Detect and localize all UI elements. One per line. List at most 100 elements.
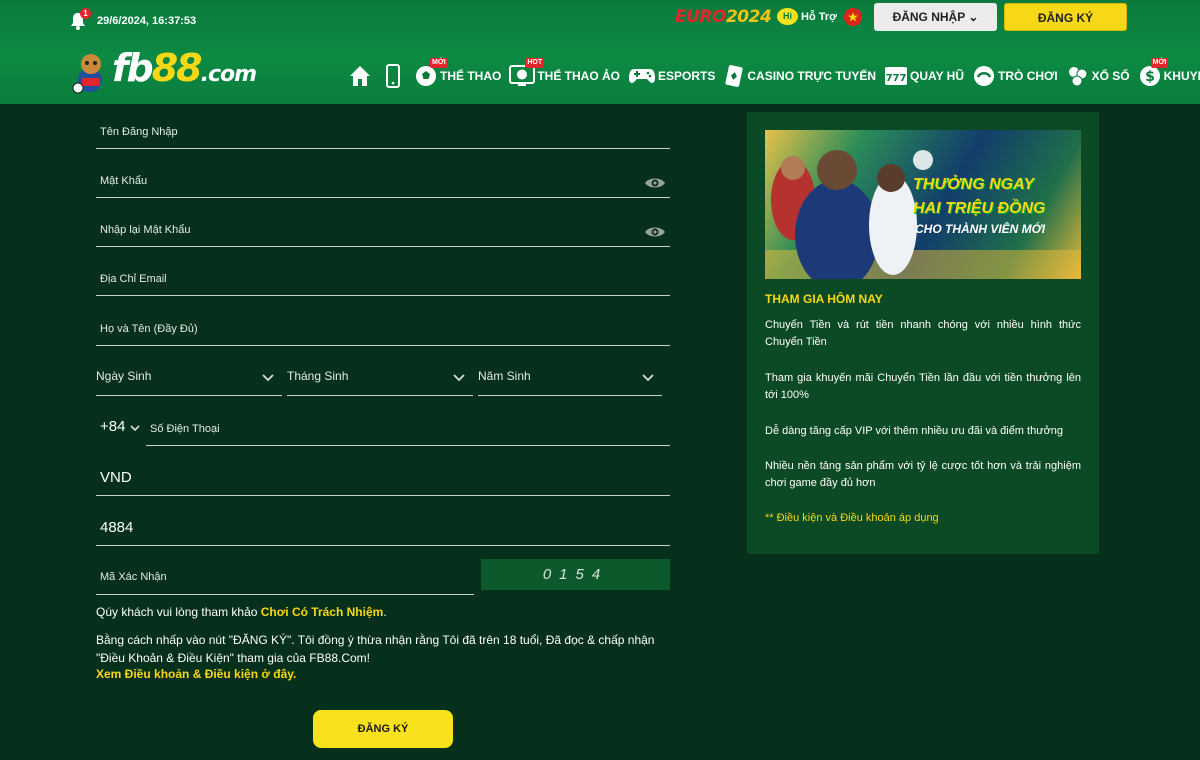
- birth-day-placeholder: Ngày Sinh: [96, 369, 152, 383]
- nav-slots[interactable]: 777 QUAY HŨ: [884, 65, 964, 87]
- birth-month-select[interactable]: Tháng Sinh: [287, 352, 473, 396]
- nav-virtual-sports[interactable]: HOT THỂ THAO ẢO: [509, 58, 621, 88]
- terms-link[interactable]: Xem Điều khoản & Điều kiện ở đây.: [96, 667, 296, 681]
- slot-777-icon: 777: [885, 67, 907, 85]
- nav-casino-label: CASINO TRỰC TUYẾN: [747, 69, 876, 83]
- email-placeholder: Địa Chỉ Email: [100, 273, 167, 285]
- currency-field[interactable]: VND: [96, 448, 670, 496]
- nav-lottery[interactable]: XỔ SỐ: [1066, 64, 1130, 88]
- banner-subline: CHO THÀNH VIÊN MỚI: [915, 222, 1046, 236]
- logo-fb: fb: [112, 46, 154, 90]
- nav-games[interactable]: TRÒ CHƠI: [972, 64, 1058, 88]
- chevron-down-icon: [262, 374, 274, 382]
- nav-lottery-label: XỔ SỐ: [1091, 69, 1130, 83]
- cards-icon: [725, 65, 743, 87]
- email-field[interactable]: Địa Chỉ Email: [96, 248, 670, 296]
- banner-headline-1: THƯỞNG NGAY: [913, 176, 1035, 193]
- current-datetime: 29/6/2024, 16:37:53: [97, 15, 197, 27]
- nav-casino[interactable]: CASINO TRỰC TUYẾN: [723, 64, 876, 88]
- svg-text:$: $: [1145, 69, 1155, 85]
- register-submit-button[interactable]: ĐĂNG KÝ: [313, 710, 453, 748]
- mascot-icon: [72, 53, 102, 93]
- promo-panel: THƯỞNG NGAY HAI TRIỆU ĐỒNG CHO THÀNH VIÊ…: [747, 112, 1099, 554]
- benefit-item: Tham gia khuyến mãi Chuyển Tiền lần đầu …: [765, 372, 1081, 401]
- nav-games-label: TRÒ CHƠI: [998, 69, 1058, 83]
- euro-2024-logo[interactable]: EURO2024: [675, 7, 772, 27]
- nav-sports[interactable]: MỚI THỂ THAO: [414, 58, 502, 88]
- nav-sports-label: THỂ THAO: [440, 69, 502, 83]
- euro-text: EURO: [675, 7, 726, 27]
- code-value: 4884: [100, 519, 134, 536]
- nav-mobile[interactable]: [386, 64, 400, 88]
- fullname-field[interactable]: Họ và Tên (Đầy Đủ): [96, 298, 670, 346]
- promo-title: THAM GIA HÔM NAY: [765, 292, 883, 306]
- country-code-value: +84: [100, 418, 126, 435]
- main-nav: MỚI THỂ THAO HOT THỂ THAO ẢO ESPORTS CAS…: [348, 58, 1200, 92]
- chevron-down-icon: [642, 374, 654, 382]
- new-tag: MỚI: [1150, 58, 1169, 68]
- support-chat-icon: Hi: [777, 8, 798, 25]
- logo-wordmark: fb88.com: [112, 46, 257, 97]
- promo-terms-note[interactable]: ** Điều kiện và Điều khoản áp dụng: [765, 512, 939, 524]
- support-label: Hỗ Trợ: [801, 10, 837, 23]
- eye-icon[interactable]: [644, 225, 666, 239]
- terms-agreement-text: Bằng cách nhấp vào nút "ĐĂNG KÝ". Tôi đồ…: [96, 633, 655, 665]
- site-logo[interactable]: fb88.com: [70, 46, 257, 97]
- fullname-placeholder: Họ và Tên (Đầy Đủ): [100, 323, 198, 335]
- captcha-image[interactable]: 0154: [481, 559, 670, 590]
- euro-year: 2024: [725, 7, 772, 27]
- svg-text:777: 777: [886, 73, 907, 84]
- code-field[interactable]: 4884: [96, 498, 670, 546]
- login-button[interactable]: ĐĂNG NHẬP ⌄: [874, 3, 997, 31]
- phone-field[interactable]: Số Điện Thoại: [146, 402, 670, 446]
- new-tag: MỚI: [430, 58, 448, 68]
- phone-icon: [386, 64, 400, 88]
- vietnam-flag-icon[interactable]: [844, 8, 862, 26]
- chevron-down-icon: [453, 374, 465, 382]
- site-header: 1 29/6/2024, 16:37:53 EURO2024 Hi Hỗ Trợ…: [0, 0, 1200, 104]
- responsible-gaming-link[interactable]: Chơi Có Trách Nhiệm: [261, 605, 384, 619]
- birth-year-select[interactable]: Năm Sinh: [478, 352, 662, 396]
- note1-text: Qúy khách vui lòng tham khảo: [96, 605, 261, 619]
- password-field[interactable]: Mật Khẩu: [96, 150, 670, 198]
- nav-home[interactable]: [348, 64, 372, 88]
- register-top-button[interactable]: ĐĂNG KÝ: [1004, 3, 1127, 31]
- chevron-down-icon: [130, 425, 140, 432]
- phone-placeholder: Số Điện Thoại: [150, 423, 220, 435]
- gamepad-icon: [629, 69, 656, 83]
- nav-virtual-sports-label: THỂ THAO ẢO: [537, 69, 621, 83]
- confirm-password-placeholder: Nhập lại Mật Khẩu: [100, 224, 191, 236]
- nav-promotions-label: KHUYẾN MÃI: [1163, 69, 1200, 83]
- benefit-item: Chuyển Tiền và rút tiền nhanh chóng với …: [765, 319, 1081, 348]
- nav-slots-label: QUAY HŨ: [910, 69, 965, 83]
- lottery-icon: [1068, 67, 1088, 87]
- username-field[interactable]: Tên Đăng Nhập: [96, 101, 670, 149]
- nav-esports[interactable]: ESPORTS: [628, 66, 715, 86]
- username-placeholder: Tên Đăng Nhập: [100, 126, 178, 138]
- banner-headline-2: HAI TRIỆU ĐỒNG: [913, 200, 1046, 217]
- currency-value: VND: [100, 469, 132, 486]
- captcha-placeholder: Mã Xác Nhận: [100, 571, 167, 583]
- nav-promotions[interactable]: $ MỚI KHUYẾN MÃI: [1138, 58, 1200, 88]
- birth-month-placeholder: Tháng Sinh: [287, 369, 349, 383]
- password-placeholder: Mật Khẩu: [100, 175, 148, 187]
- chevron-down-icon: ⌄: [968, 10, 979, 24]
- note1-end: .: [383, 605, 387, 619]
- eye-icon[interactable]: [644, 176, 666, 190]
- confirm-password-field[interactable]: Nhập lại Mật Khẩu: [96, 199, 670, 247]
- country-code-select[interactable]: +84: [96, 402, 142, 446]
- notification-badge: 1: [80, 8, 91, 19]
- birth-day-select[interactable]: Ngày Sinh: [96, 352, 282, 396]
- hot-tag: HOT: [525, 58, 545, 68]
- promo-banner[interactable]: THƯỞNG NGAY HAI TRIỆU ĐỒNG CHO THÀNH VIÊ…: [765, 130, 1081, 279]
- captcha-field[interactable]: Mã Xác Nhận: [96, 547, 474, 595]
- support-link[interactable]: Hi Hỗ Trợ: [777, 8, 837, 25]
- benefit-item: Dễ dàng tăng cấp VIP với thêm nhiều ưu đ…: [765, 425, 1064, 437]
- home-icon: [350, 66, 370, 86]
- nav-esports-label: ESPORTS: [658, 69, 716, 83]
- benefit-item: Nhiều nền tảng sản phẩm với tỷ lệ cược t…: [765, 460, 1081, 489]
- game-icon: [974, 66, 995, 86]
- birth-year-placeholder: Năm Sinh: [478, 369, 531, 383]
- responsible-gaming-note: Qúy khách vui lòng tham khảo Chơi Có Trá…: [96, 605, 387, 619]
- logo-com: .com: [200, 62, 257, 87]
